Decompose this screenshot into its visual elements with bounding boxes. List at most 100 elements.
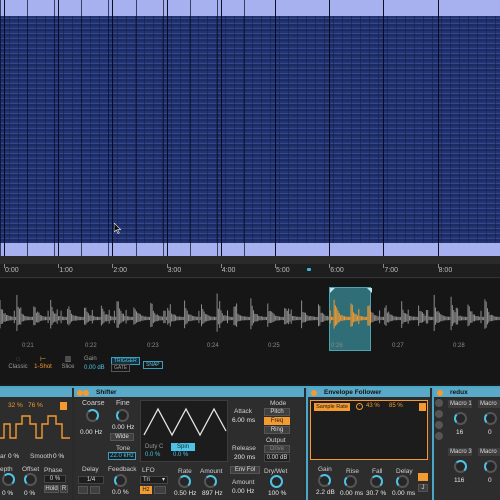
lfo-hold-button[interactable]: Hold [44, 485, 59, 493]
attack-value[interactable]: 6.00 ms [232, 417, 255, 424]
feedback-value[interactable]: 0.0 % [112, 489, 129, 496]
bar-line [58, 0, 60, 256]
gate-button[interactable]: GATE [111, 364, 131, 372]
lfo-amount-knob[interactable] [204, 475, 217, 488]
env-rise-value[interactable]: 0.00 ms [340, 490, 363, 497]
lfo-depth-knob[interactable] [2, 473, 15, 486]
sample-gain-value[interactable]: 0.00 dB [84, 365, 105, 371]
env-display-toggle[interactable] [419, 403, 426, 411]
env-fall-value[interactable]: 30.7 % [366, 490, 386, 497]
macro-1-value[interactable]: 16 [456, 429, 463, 436]
duty-cycle-value[interactable]: 0.0 % [145, 452, 160, 458]
snap-button[interactable]: SNAP [143, 361, 163, 369]
mode-classic[interactable]: ◌ Classic [6, 356, 30, 370]
spin-button[interactable]: Spin [171, 443, 195, 451]
output-value[interactable]: 0.00 dB [264, 454, 290, 462]
release-value[interactable]: 200 ms [234, 454, 255, 461]
env-value-b[interactable]: 85 % [389, 403, 403, 409]
macro-4-knob[interactable] [484, 460, 497, 473]
rack-randomize-icon[interactable] [435, 410, 443, 418]
env-amount-value[interactable]: 0.00 Hz [232, 488, 254, 495]
dry-wet-knob[interactable] [270, 475, 283, 488]
lfo-toggle-button[interactable] [60, 402, 67, 410]
dry-wet-value[interactable]: 100 % [268, 490, 286, 497]
env-gain-value[interactable]: 2.2 dB [316, 489, 335, 496]
envelope-follower-header[interactable]: Envelope Follower [308, 388, 430, 397]
lfo-smooth-value[interactable]: 0 % [53, 453, 64, 460]
lfo-retrigger-button[interactable]: R [60, 485, 68, 493]
rack-show-macros-icon[interactable] [435, 399, 443, 407]
coarse-knob[interactable] [86, 409, 99, 422]
lfo-rate-value[interactable]: 0 % [8, 453, 19, 460]
env-j-button[interactable]: J [418, 484, 428, 492]
mode-one-shot[interactable]: ⊢ 1-Shot [31, 356, 55, 370]
macro-1-label[interactable]: Macro 1 [448, 400, 472, 408]
bar-line [54, 0, 56, 256]
shifter-activator-icon[interactable] [83, 389, 89, 396]
lfo-phase-value[interactable]: 0 % [44, 475, 66, 483]
lfo-offset-knob[interactable] [24, 473, 37, 486]
env-gain-knob[interactable] [318, 474, 331, 487]
pitch-mode-button[interactable]: Pitch [264, 408, 290, 416]
waveform[interactable] [0, 287, 500, 351]
scrub-strip[interactable] [0, 256, 500, 264]
lfo-amount-value[interactable]: 897 Hz [202, 490, 223, 497]
piano-roll[interactable] [0, 0, 500, 256]
macro-3-knob[interactable] [454, 460, 467, 473]
lfo-depth-value[interactable]: 0 % [2, 490, 13, 497]
rack-devices-icon[interactable] [435, 432, 443, 440]
fine-knob[interactable] [116, 409, 129, 422]
lfo-value-a[interactable]: 32 % [8, 402, 23, 409]
spin-value[interactable]: 0.0 % [173, 452, 188, 458]
macro-3-value[interactable]: 116 [454, 477, 464, 484]
bar-line [166, 0, 168, 256]
link-icon[interactable]: ◦ [356, 403, 363, 410]
ruler-label: 5:00 [276, 267, 290, 274]
env-map-button[interactable] [418, 473, 428, 481]
macro-1-knob[interactable] [454, 412, 467, 425]
delay-time-value[interactable]: 1/4 [78, 476, 104, 484]
env-delay-label: Delay [396, 468, 413, 475]
env-follow-button[interactable]: Env Fol [230, 466, 260, 474]
timeline-ruler[interactable]: 0:00 1:00 2:00 3:00 4:00 5:00 6:00 7:00 8:00 [0, 264, 500, 278]
lfo-waveform-select[interactable]: Tri ▾ [140, 476, 168, 484]
env-delay-value[interactable]: 0.00 ms [392, 490, 415, 497]
rack-chain-list-icon[interactable] [435, 421, 443, 429]
macro-4-label[interactable]: Macro [478, 448, 500, 456]
mode-slice[interactable]: ▥ Slice [56, 356, 80, 370]
envelope-display[interactable]: Sample Rate ◦ 43 % 85 % [310, 400, 428, 460]
bar-line [27, 0, 29, 256]
lfo-sync-button[interactable] [154, 486, 166, 494]
tone-value[interactable]: 22.0 kHz [108, 452, 136, 460]
macro-2-knob[interactable] [484, 412, 497, 425]
power-icon[interactable] [311, 389, 317, 396]
env-delay-knob[interactable] [396, 475, 409, 488]
power-icon[interactable] [437, 389, 443, 396]
env-fall-knob[interactable] [370, 475, 383, 488]
shifter-header[interactable]: Shifter [74, 388, 304, 397]
delay-sync-button[interactable] [78, 486, 88, 494]
redux-header[interactable]: redux [434, 388, 500, 397]
freq-mode-button[interactable]: Freq [264, 417, 290, 425]
lfo-hz-button[interactable]: Hz [140, 486, 152, 494]
macro-4-value[interactable]: 0 [488, 477, 492, 484]
coarse-value[interactable]: 0.00 Hz [80, 429, 102, 436]
delay-mode-button[interactable] [90, 486, 100, 494]
lfo-value-b[interactable]: 76 % [28, 402, 43, 409]
env-value-a[interactable]: 43 % [366, 403, 380, 409]
drive-button[interactable]: Drive [264, 445, 290, 453]
feedback-knob[interactable] [114, 474, 127, 487]
macro-3-label[interactable]: Macro 3 [448, 448, 472, 456]
ring-mode-button[interactable]: Ring [264, 426, 290, 434]
macro-2-value[interactable]: 0 [488, 429, 492, 436]
sample-rate-button[interactable]: Sample Rate [314, 403, 350, 411]
playhead-marker[interactable] [307, 268, 311, 271]
wide-button[interactable]: Wide [110, 433, 134, 441]
lfo-rate-value[interactable]: 0.50 Hz [174, 490, 196, 497]
fine-value[interactable]: 0.00 Hz [112, 424, 134, 431]
lfo-offset-value[interactable]: 0 % [24, 490, 35, 497]
env-rise-knob[interactable] [344, 475, 357, 488]
piano-roll-note-grid[interactable] [0, 16, 500, 243]
lfo-rate-knob[interactable] [178, 475, 191, 488]
macro-2-label[interactable]: Macro [478, 400, 500, 408]
